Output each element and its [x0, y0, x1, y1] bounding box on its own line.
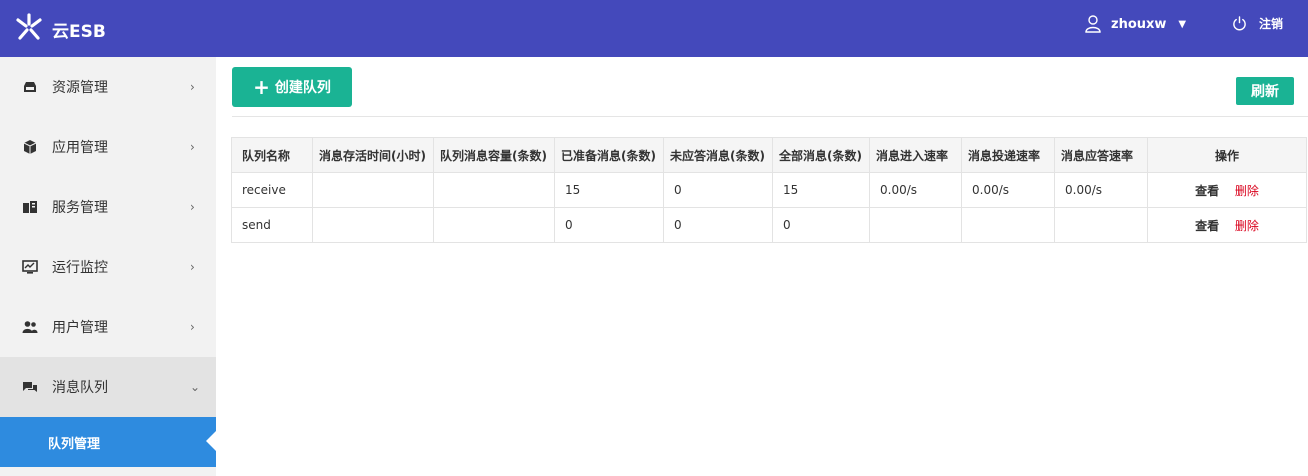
chat-icon — [23, 382, 37, 392]
sidebar-item-label: 运行监控 — [52, 260, 108, 276]
unacked-cell: 0 — [663, 207, 773, 243]
column-header: 消息存活时间(小时) — [312, 137, 434, 173]
chevron-right-icon: › — [190, 80, 195, 94]
capacity-cell — [433, 172, 555, 208]
column-header: 消息投递速率 — [961, 137, 1055, 173]
sidebar-item-message-queue[interactable]: 消息队列 ⌄ — [0, 357, 216, 417]
column-header: 已准备消息(条数) — [554, 137, 664, 173]
chevron-right-icon: › — [190, 320, 195, 334]
deliver-rate-cell: 0.00/s — [961, 172, 1055, 208]
divider — [232, 116, 1308, 117]
column-header: 队列名称 — [231, 137, 313, 173]
refresh-button[interactable]: 刷新 — [1236, 77, 1294, 105]
queue-name-cell: send — [231, 207, 313, 243]
users-icon — [22, 321, 38, 333]
username: zhouxw — [1111, 16, 1167, 32]
chevron-right-icon: › — [190, 260, 195, 274]
table-row: receive 15 0 15 0.00/s 0.00/s 0.00/s 查看 … — [231, 172, 1307, 208]
top-bar: 云ESB zhouxw ▼ 注销 — [0, 0, 1308, 57]
sidebar-item-label: 消息队列 — [52, 380, 108, 396]
create-queue-button[interactable]: + 创建队列 — [232, 67, 352, 107]
sidebar-item-label: 服务管理 — [52, 200, 108, 216]
sidebar-item-label: 用户管理 — [52, 320, 108, 336]
active-indicator — [206, 431, 216, 451]
caret-down-icon: ▼ — [1178, 18, 1187, 30]
ack-rate-cell: 0.00/s — [1054, 172, 1148, 208]
chevron-right-icon: › — [190, 140, 195, 154]
column-header: 消息进入速率 — [869, 137, 962, 173]
deliver-rate-cell — [961, 207, 1055, 243]
sidebar-item-label: 应用管理 — [52, 140, 108, 156]
sidebar-subitem-queue-management[interactable]: 队列管理 — [0, 417, 216, 467]
sidebar: 资源管理 › 应用管理 › 服务管理 › 运行监控 › 用户管理 › 消息队列 … — [0, 57, 216, 476]
user-icon — [1085, 15, 1101, 33]
column-header: 全部消息(条数) — [772, 137, 870, 173]
create-queue-label: 创建队列 — [274, 80, 331, 96]
capacity-cell — [433, 207, 555, 243]
server-icon — [23, 201, 37, 213]
ttl-cell — [312, 172, 434, 208]
column-header: 消息应答速率 — [1054, 137, 1148, 173]
sidebar-subitem-label: 队列管理 — [48, 436, 101, 452]
chevron-down-icon: ⌄ — [190, 380, 201, 394]
plus-icon: + — [253, 75, 270, 99]
table-header-row: 队列名称 消息存活时间(小时) 队列消息容量(条数) 已准备消息(条数) 未应答… — [231, 137, 1307, 173]
column-header: 操作 — [1147, 137, 1307, 173]
sidebar-item-label: 资源管理 — [52, 80, 108, 96]
ready-cell: 0 — [554, 207, 664, 243]
ack-rate-cell — [1054, 207, 1148, 243]
view-link[interactable]: 查看 — [1195, 184, 1219, 198]
ttl-cell — [312, 207, 434, 243]
table-row: send 0 0 0 查看 删除 — [231, 207, 1307, 243]
unacked-cell: 0 — [663, 172, 773, 208]
view-link[interactable]: 查看 — [1195, 219, 1219, 233]
cube-icon — [23, 140, 37, 154]
delete-link[interactable]: 删除 — [1235, 184, 1259, 198]
actions-cell: 查看 删除 — [1147, 207, 1307, 243]
main-content: + 创建队列 刷新 队列名称 消息存活时间(小时) 队列消息容量(条数) 已准备… — [216, 57, 1308, 476]
user-menu[interactable]: zhouxw ▼ — [1085, 15, 1186, 33]
logout-label: 注销 — [1259, 17, 1284, 31]
sidebar-item-users[interactable]: 用户管理 › — [0, 297, 216, 357]
drive-icon — [24, 82, 36, 92]
actions-cell: 查看 删除 — [1147, 172, 1307, 208]
total-cell: 0 — [772, 207, 870, 243]
chevron-right-icon: › — [190, 200, 195, 214]
queue-table: 队列名称 消息存活时间(小时) 队列消息容量(条数) 已准备消息(条数) 未应答… — [231, 137, 1307, 243]
ready-cell: 15 — [554, 172, 664, 208]
sidebar-item-applications[interactable]: 应用管理 › — [0, 117, 216, 177]
brand-name: 云ESB — [52, 22, 106, 42]
sidebar-item-resources[interactable]: 资源管理 › — [0, 57, 216, 117]
column-header: 队列消息容量(条数) — [433, 137, 555, 173]
incoming-rate-cell — [869, 207, 962, 243]
total-cell: 15 — [772, 172, 870, 208]
sidebar-item-services[interactable]: 服务管理 › — [0, 177, 216, 237]
monitor-icon — [22, 260, 38, 274]
logo-icon — [16, 13, 42, 40]
queue-name-cell: receive — [231, 172, 313, 208]
logout-button[interactable]: 注销 — [1232, 15, 1283, 32]
power-icon — [1233, 16, 1246, 31]
delete-link[interactable]: 删除 — [1235, 219, 1259, 233]
incoming-rate-cell: 0.00/s — [869, 172, 962, 208]
column-header: 未应答消息(条数) — [663, 137, 773, 173]
sidebar-item-monitoring[interactable]: 运行监控 › — [0, 237, 216, 297]
